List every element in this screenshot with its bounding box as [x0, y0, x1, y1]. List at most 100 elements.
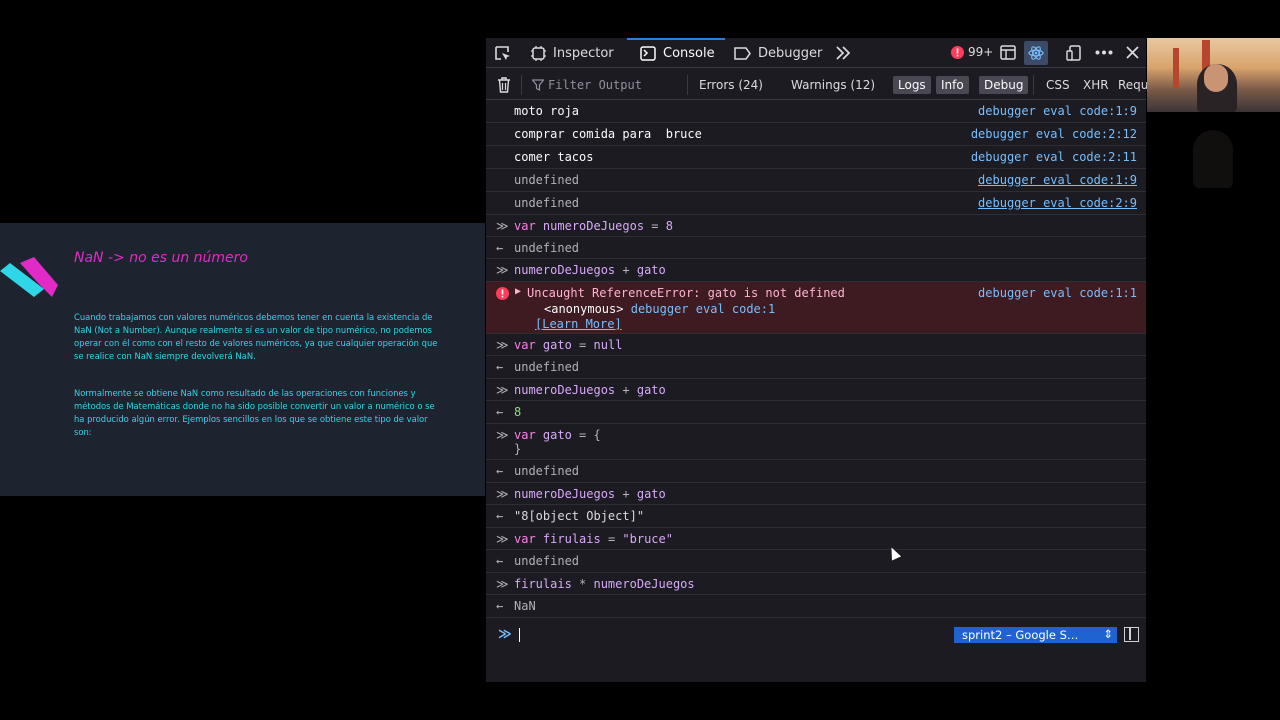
- tab-inspector-label: Inspector: [553, 45, 614, 61]
- result-row: ← NaN: [486, 595, 1146, 618]
- source-link[interactable]: debugger eval code:1:9: [978, 104, 1137, 118]
- slide-paragraph-2: Normalmente se obtiene NaN como resultad…: [74, 388, 435, 437]
- filter-errors-button[interactable]: Errors (24): [699, 76, 763, 94]
- identifier: gato: [636, 383, 666, 397]
- identifier: gato: [636, 263, 666, 277]
- filter-requests-button[interactable]: Requ: [1118, 76, 1148, 94]
- keyword: var: [514, 219, 536, 233]
- stack-frame-function: <anonymous>: [544, 302, 624, 316]
- command-row: ≫ var numeroDeJuegos = 8: [486, 215, 1146, 237]
- text-caret: [519, 628, 520, 642]
- element-picker-icon[interactable]: [494, 45, 512, 63]
- tab-console[interactable]: Console: [640, 38, 715, 68]
- console-input[interactable]: ≫ sprint2 – Google S… ⇕: [486, 622, 1146, 648]
- result-text: undefined: [514, 464, 580, 478]
- value: {: [593, 428, 601, 442]
- input-chevron-icon: ≫: [496, 428, 509, 442]
- operator: =: [600, 532, 623, 546]
- result-arrow-icon: ←: [496, 405, 504, 419]
- filter-info-button[interactable]: Info: [936, 76, 969, 94]
- log-message: undefined: [514, 173, 580, 187]
- tab-debugger[interactable]: Debugger: [734, 38, 822, 68]
- operator: *: [571, 577, 594, 591]
- toolbar-separator: [1033, 75, 1034, 95]
- input-chevron-icon: ≫: [496, 532, 509, 546]
- log-row: comprar comida para bruce debugger eval …: [486, 123, 1146, 146]
- result-arrow-icon: ←: [496, 241, 504, 255]
- operator: =: [644, 219, 666, 233]
- toolbar-separator: [687, 75, 688, 95]
- context-selector[interactable]: sprint2 – Google S… ⇕: [954, 627, 1117, 643]
- source-link[interactable]: debugger eval code:1:1: [978, 286, 1137, 300]
- command-row: ≫ firulais * numeroDeJuegos: [486, 573, 1146, 595]
- keyword: var: [514, 338, 536, 352]
- result-row: ← undefined: [486, 460, 1146, 483]
- command-text: numeroDeJuegos + gato: [514, 263, 666, 277]
- more-options-icon[interactable]: [1095, 50, 1113, 55]
- split-console-icon[interactable]: [1000, 45, 1016, 60]
- toolbar-separator: [521, 75, 522, 95]
- close-icon[interactable]: [1126, 46, 1139, 59]
- devtools-window: Inspector Console Debugger 99+ Filter Ou…: [486, 38, 1148, 682]
- filter-debug-button[interactable]: Debug: [979, 76, 1029, 94]
- result-row: ← undefined: [486, 356, 1146, 379]
- result-arrow-icon: ←: [496, 554, 504, 568]
- filter-output-input[interactable]: Filter Output: [532, 76, 682, 94]
- source-link[interactable]: debugger eval code:2:9: [978, 196, 1137, 210]
- operator: =: [571, 428, 594, 442]
- identifier: numeroDeJuegos: [514, 487, 616, 501]
- result-arrow-icon: ←: [496, 464, 504, 478]
- log-row: undefined debugger eval code:1:9: [486, 169, 1146, 192]
- bridge-tower: [1173, 48, 1179, 88]
- identifier: gato: [542, 338, 572, 352]
- console-toolbar: Filter Output Errors (24) Warnings (12) …: [486, 69, 1148, 100]
- filter-icon: [532, 79, 544, 91]
- command-text: var numeroDeJuegos = 8: [514, 219, 673, 233]
- presenter-face: [1204, 64, 1228, 92]
- source-link[interactable]: debugger eval code:1:9: [978, 173, 1137, 187]
- error-icon: [951, 45, 964, 59]
- input-chevron-icon: ≫: [496, 383, 509, 397]
- command-row: ≫ numeroDeJuegos + gato: [486, 259, 1146, 282]
- background-silhouette: [1193, 130, 1233, 188]
- slide-paragraph-1: Cuando trabajamos con valores numéricos …: [74, 312, 438, 361]
- tab-debugger-label: Debugger: [758, 45, 823, 61]
- responsive-design-icon[interactable]: [1066, 45, 1082, 61]
- filter-warnings-button[interactable]: Warnings (12): [791, 76, 875, 94]
- result-row: ← undefined: [486, 550, 1146, 573]
- filter-xhr-button[interactable]: XHR: [1083, 76, 1109, 94]
- result-text: undefined: [514, 241, 580, 255]
- react-atom-icon: [1028, 46, 1044, 60]
- error-count: 99+: [968, 45, 994, 59]
- identifier: numeroDeJuegos: [514, 383, 616, 397]
- error-count-badge[interactable]: 99+: [951, 45, 993, 59]
- source-link[interactable]: debugger eval code:2:12: [971, 127, 1137, 141]
- keyword: var: [514, 532, 536, 546]
- editor-mode-toggle-icon[interactable]: [1124, 627, 1139, 642]
- more-tabs-chevron-icon[interactable]: [835, 46, 851, 60]
- learn-more-link[interactable]: [Learn More]: [535, 317, 622, 331]
- identifier: gato: [636, 487, 666, 501]
- tab-inspector[interactable]: Inspector: [531, 38, 614, 68]
- command-row: ≫ numeroDeJuegos + gato: [486, 483, 1146, 505]
- command-text-line2: }: [514, 442, 522, 456]
- trash-icon[interactable]: [497, 77, 511, 93]
- slide-logo-icon: [0, 257, 58, 297]
- result-row: ← "8[object Object]": [486, 505, 1146, 528]
- command-text: firulais * numeroDeJuegos: [514, 577, 695, 591]
- stack-frame-link[interactable]: debugger eval code:1: [631, 302, 776, 316]
- source-link[interactable]: debugger eval code:2:11: [971, 150, 1137, 164]
- filter-css-button[interactable]: CSS: [1046, 76, 1070, 94]
- devtools-tabbar: Inspector Console Debugger 99+: [486, 38, 1146, 68]
- value: "bruce": [622, 532, 673, 546]
- filter-logs-button[interactable]: Logs: [893, 76, 931, 94]
- inspector-icon: [531, 45, 546, 61]
- expand-triangle-icon[interactable]: ▶: [515, 286, 521, 297]
- react-devtools-button[interactable]: [1024, 41, 1048, 65]
- log-message: comer tacos: [514, 150, 594, 164]
- updown-arrows-icon: ⇕: [1103, 627, 1113, 641]
- tab-console-label: Console: [663, 45, 715, 61]
- identifier: numeroDeJuegos: [514, 263, 616, 277]
- error-row: ▶ Uncaught ReferenceError: gato is not d…: [486, 282, 1146, 334]
- result-text: undefined: [514, 554, 580, 568]
